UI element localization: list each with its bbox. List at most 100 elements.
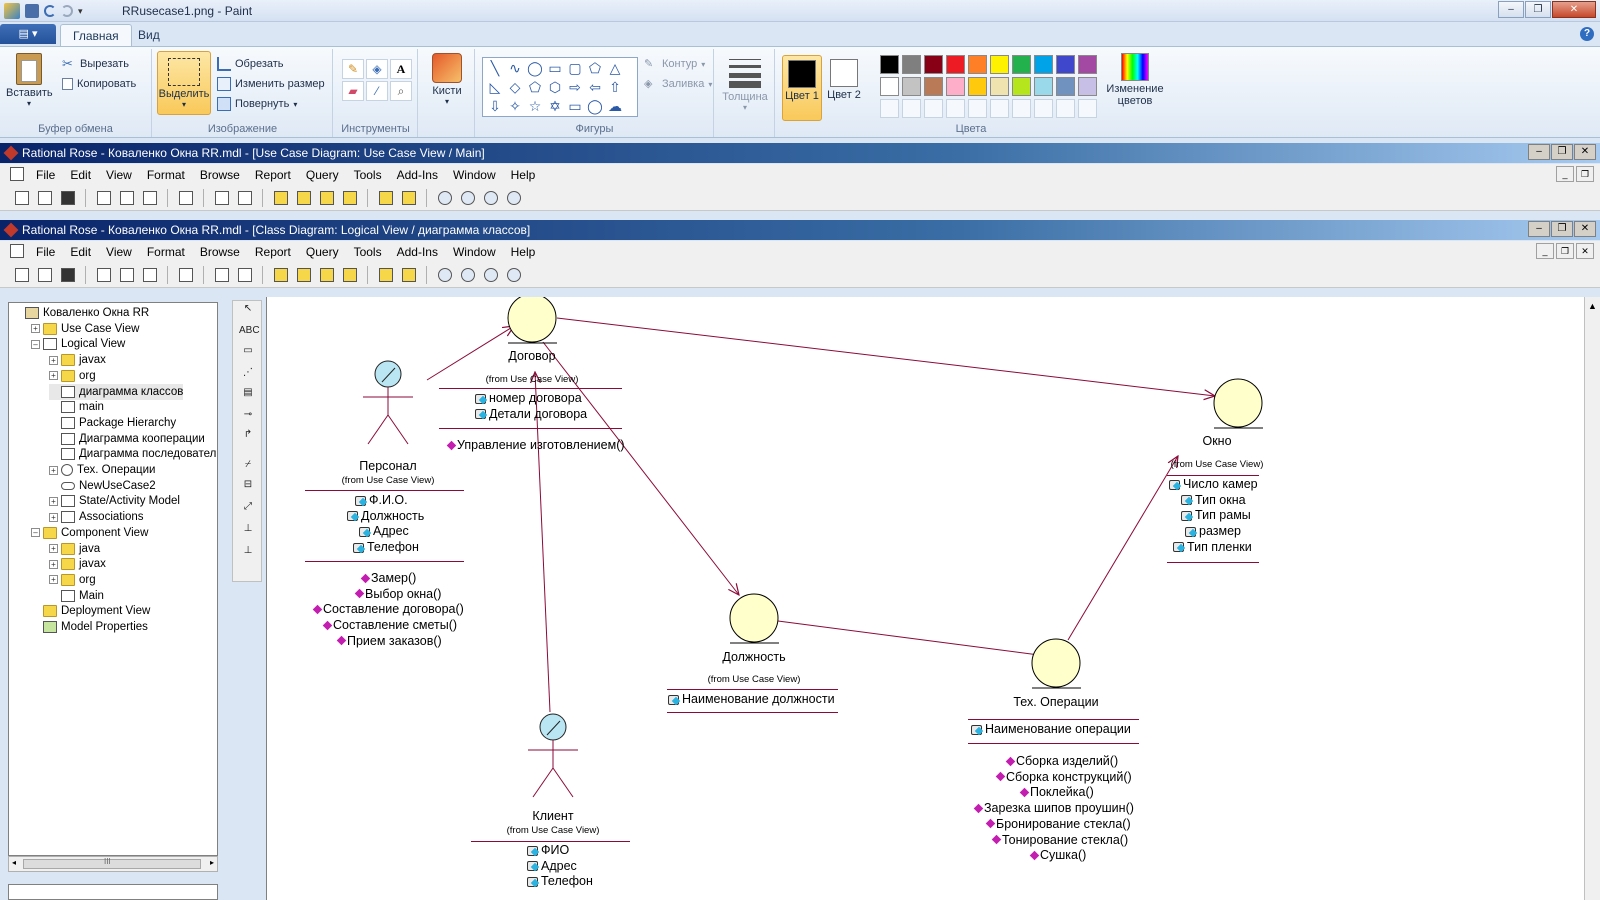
class-operation[interactable]: Сборка конструкций() (995, 770, 1132, 784)
class-operation[interactable]: Поклейка() (1019, 785, 1094, 799)
rose-front-menu-add-ins[interactable]: Add-Ins (391, 245, 447, 259)
tree-item[interactable]: Model Properties (31, 619, 148, 635)
select-button[interactable]: Выделить ▾ (157, 51, 211, 115)
tree-item[interactable]: + Тех. Операции (49, 462, 155, 478)
resize-button[interactable]: Изменить размер (217, 75, 325, 93)
open-icon[interactable] (35, 188, 54, 207)
scroll-right-arrow-icon[interactable]: ▸ (210, 858, 214, 867)
generalization-tool-icon[interactable]: ⊥ (239, 523, 257, 539)
rose-back-maximize-button[interactable]: ❐ (1551, 144, 1573, 160)
pencil-icon[interactable]: ✎ (342, 59, 364, 79)
palette-swatch[interactable] (990, 55, 1009, 74)
rose-back-menu-add-ins[interactable]: Add-Ins (391, 168, 447, 182)
zoom-out-icon[interactable] (458, 188, 477, 207)
rose-front-menu-window[interactable]: Window (447, 245, 505, 259)
dependency-tool-icon[interactable]: ⤢ (239, 501, 257, 517)
up-arrow-shape-icon[interactable]: ⇧ (605, 78, 625, 97)
tree-item[interactable]: Диаграмма кооперации (49, 431, 205, 447)
rose-front-minimize-button[interactable]: – (1528, 221, 1550, 237)
save-icon[interactable] (58, 265, 77, 284)
interface-tool-icon[interactable]: ⊸ (239, 409, 257, 425)
palette-swatch[interactable] (924, 55, 943, 74)
rose-back-minimize-button[interactable]: – (1528, 144, 1550, 160)
browser-scroll-thumb[interactable]: III (23, 857, 201, 869)
class-name-dolzhnost[interactable]: Должность (654, 650, 854, 664)
minimize-button[interactable]: – (1498, 1, 1524, 18)
tree-item[interactable]: main (49, 399, 104, 415)
zoom-out-icon[interactable] (458, 265, 477, 284)
paste-icon[interactable] (140, 265, 159, 284)
expand-icon[interactable]: + (49, 496, 58, 506)
class-attribute[interactable]: ФИО (527, 843, 569, 857)
print-icon[interactable] (176, 188, 195, 207)
thickness-button[interactable]: Толщина ▾ (719, 55, 771, 112)
rotate-button[interactable]: Повернуть ▾ (217, 95, 297, 113)
view-doc-icon[interactable] (235, 188, 254, 207)
rose-back-menu-help[interactable]: Help (505, 168, 545, 182)
tree-item[interactable]: Коваленко Окна RR (13, 305, 149, 321)
palette-swatch[interactable] (880, 77, 899, 96)
outline-button[interactable]: ✎ Контур ▾ (644, 55, 705, 73)
edit-colors-button[interactable]: Изменение цветов (1106, 53, 1164, 107)
rose-back-close-button[interactable]: ✕ (1574, 144, 1596, 160)
four-point-star-shape-icon[interactable]: ✧ (505, 97, 525, 116)
class-attribute[interactable]: Адрес (527, 859, 577, 873)
rose-front-menu-format[interactable]: Format (141, 245, 194, 259)
class-name-okno[interactable]: Окно (1117, 434, 1317, 448)
association-tekh-okno[interactable] (1067, 456, 1178, 641)
tree-item[interactable]: диаграмма классов (49, 383, 184, 400)
rose-back-mdi-restore[interactable]: ❐ (1576, 166, 1594, 182)
palette-swatch[interactable] (902, 77, 921, 96)
class-operation[interactable]: Составление договора() (312, 602, 464, 616)
undo-icon[interactable] (44, 5, 56, 17)
hexagon-shape-icon[interactable]: ⬡ (545, 78, 565, 97)
class-attribute[interactable]: размер (1185, 524, 1241, 538)
copy-icon[interactable] (117, 188, 136, 207)
palette-swatch[interactable] (1034, 77, 1053, 96)
rose-front-maximize-button[interactable]: ❐ (1551, 221, 1573, 237)
zoom-in-icon[interactable] (435, 188, 454, 207)
association-klient-dogovor[interactable] (535, 372, 551, 713)
palette-swatch[interactable] (880, 55, 899, 74)
left-arrow-shape-icon[interactable]: ⇦ (585, 78, 605, 97)
class-operation[interactable]: Бронирование стекла() (985, 817, 1131, 831)
zoom-in-icon[interactable] (435, 265, 454, 284)
class-attribute[interactable]: Тип пленки (1173, 540, 1252, 554)
rose-back-menu-query[interactable]: Query (300, 168, 348, 182)
custom-color-slot[interactable] (1034, 99, 1053, 118)
scroll-left-arrow-icon[interactable]: ◂ (12, 858, 16, 867)
expand-icon[interactable]: + (49, 465, 58, 475)
close-button[interactable]: ✕ (1552, 1, 1596, 18)
palette-swatch[interactable] (1078, 55, 1097, 74)
class-attribute[interactable]: Наименование операции (971, 722, 1131, 736)
tree-item[interactable]: Package Hierarchy (49, 415, 176, 431)
oval-shape-icon[interactable]: ◯ (525, 59, 545, 78)
fill-bucket-icon[interactable]: ◈ (366, 59, 388, 79)
association-class-tool-icon[interactable]: ⌿ (239, 459, 257, 475)
expand-icon[interactable]: + (31, 324, 40, 334)
customize-qat-icon[interactable]: ▾ (78, 3, 94, 19)
expand-icon[interactable]: + (49, 544, 58, 553)
eraser-icon[interactable]: ▰ (342, 81, 364, 101)
rectangle-shape-icon[interactable]: ▭ (545, 59, 565, 78)
expand-icon[interactable]: + (49, 512, 58, 522)
print-icon[interactable] (176, 265, 195, 284)
rose-front-menu-report[interactable]: Report (249, 245, 300, 259)
save-icon[interactable] (58, 188, 77, 207)
tab-home[interactable]: Главная (60, 24, 132, 46)
tree-item[interactable]: + Use Case View (31, 321, 139, 337)
color1-button[interactable]: Цвет 1 (782, 55, 822, 121)
expand-icon[interactable]: + (49, 371, 58, 381)
six-point-star-shape-icon[interactable]: ✡ (545, 97, 565, 116)
rose-front-mdi-minimize[interactable]: _ (1536, 243, 1554, 259)
collapse-icon[interactable]: – (31, 528, 40, 538)
tree-item[interactable]: + Associations (49, 509, 144, 525)
browse-class-icon[interactable] (271, 265, 290, 284)
rose-front-menu-tools[interactable]: Tools (348, 245, 391, 259)
paste-button[interactable]: Вставить ▾ (6, 53, 53, 108)
rose-back-menu-format[interactable]: Format (141, 168, 194, 182)
callout-rect-shape-icon[interactable]: ▭ (565, 97, 585, 116)
browse-component-icon[interactable] (317, 265, 336, 284)
save-icon[interactable] (25, 4, 39, 18)
entity-icon-dolzhnost[interactable] (729, 593, 779, 644)
